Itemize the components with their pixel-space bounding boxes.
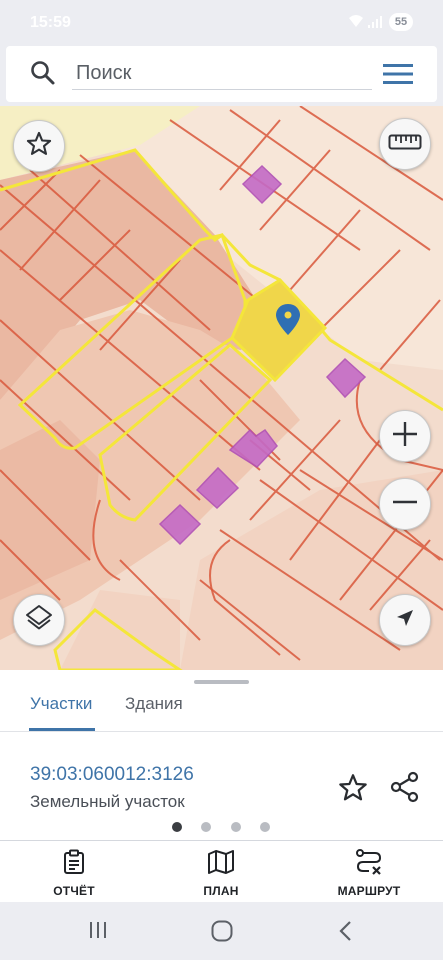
parcel-cadastral-number[interactable]: 39:03:060012:3126 xyxy=(30,764,194,786)
pager-dot[interactable] xyxy=(231,822,241,832)
pager-dot[interactable] xyxy=(260,822,270,832)
sheet-tabs: Участки Здания xyxy=(0,686,443,732)
map-canvas[interactable] xyxy=(0,106,443,670)
pager-dot[interactable] xyxy=(201,822,211,832)
navigation-arrow-icon xyxy=(393,606,417,635)
signal-icon xyxy=(367,15,383,34)
tab-buildings[interactable]: Здания xyxy=(125,690,183,730)
parcel-bottom-sheet: Участки Здания 39:03:060012:3126 Земельн… xyxy=(0,670,443,902)
star-outline-icon xyxy=(25,130,53,163)
home-icon[interactable] xyxy=(210,919,234,948)
layers-button[interactable] xyxy=(13,594,65,646)
pager-dot[interactable] xyxy=(172,822,182,832)
nav-report-label: ОТЧЁТ xyxy=(53,884,95,898)
status-time: 15:59 xyxy=(30,14,71,31)
sheet-drag-handle[interactable] xyxy=(194,680,249,684)
search-header xyxy=(0,44,443,106)
parcel-type: Земельный участок xyxy=(30,792,185,811)
tab-parcels[interactable]: Участки xyxy=(30,690,92,730)
search-icon[interactable] xyxy=(30,60,56,91)
wifi-icon xyxy=(348,14,364,33)
minus-icon xyxy=(390,487,420,522)
recent-apps-icon[interactable] xyxy=(87,919,109,946)
share-icon[interactable] xyxy=(389,771,421,808)
nav-route-label: МАРШРУТ xyxy=(337,884,401,898)
clipboard-icon xyxy=(61,849,87,879)
nav-plan[interactable]: ПЛАН xyxy=(166,849,276,898)
nav-plan-label: ПЛАН xyxy=(203,884,239,898)
my-location-button[interactable] xyxy=(379,594,431,646)
status-bar: 15:59 55 xyxy=(0,0,443,44)
back-icon[interactable] xyxy=(336,919,356,948)
bottom-navigation: ОТЧЁТ ПЛАН МАРШРУТ xyxy=(0,840,443,902)
layers-icon xyxy=(24,603,54,638)
system-navigation-bar xyxy=(0,902,443,960)
zoom-out-button[interactable] xyxy=(379,478,431,530)
search-box xyxy=(6,46,437,102)
zoom-in-button[interactable] xyxy=(379,410,431,462)
nav-route[interactable]: МАРШРУТ xyxy=(314,849,424,898)
hamburger-menu-icon[interactable] xyxy=(382,60,414,88)
cadastral-map[interactable] xyxy=(0,106,443,670)
ruler-button[interactable] xyxy=(379,118,431,170)
search-input[interactable] xyxy=(72,58,372,90)
pager-dots xyxy=(0,822,443,834)
tabs-divider xyxy=(0,731,443,732)
ruler-icon xyxy=(388,133,422,156)
plus-icon xyxy=(390,419,420,454)
map-icon xyxy=(207,850,235,879)
battery-indicator: 55 xyxy=(389,13,413,31)
nav-report[interactable]: ОТЧЁТ xyxy=(19,849,129,898)
route-icon xyxy=(355,849,383,879)
star-outline-icon[interactable] xyxy=(337,772,369,809)
favorite-map-button[interactable] xyxy=(13,120,65,172)
